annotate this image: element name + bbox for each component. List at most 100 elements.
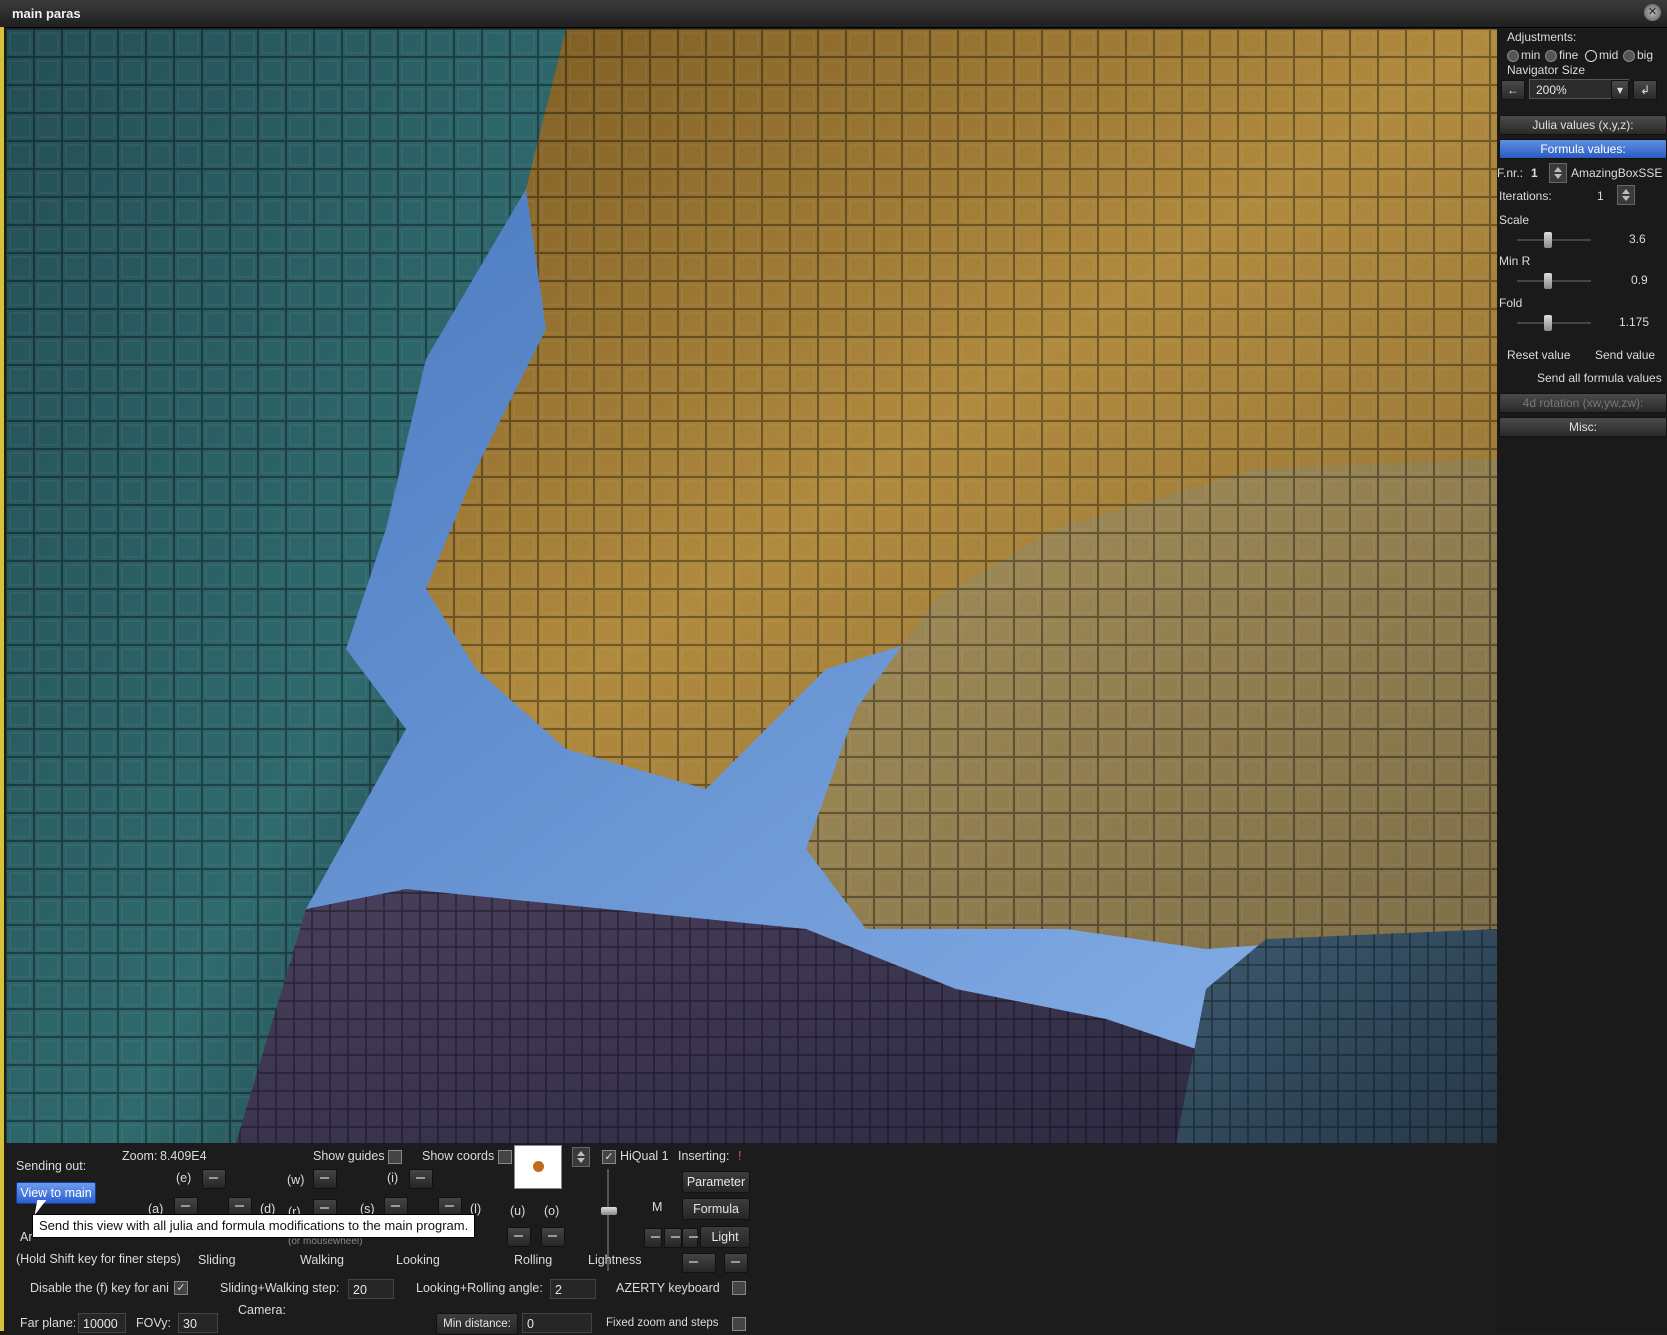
preset-3-button[interactable] xyxy=(682,1228,698,1248)
inserting-mark: ! xyxy=(738,1149,742,1163)
camera-label: Camera: xyxy=(238,1303,286,1317)
angle-label: Looking+Rolling angle: xyxy=(416,1281,543,1295)
sliding-label: Sliding xyxy=(198,1253,236,1267)
fov-input[interactable]: 30 xyxy=(178,1313,218,1333)
sending-out-label: Sending out: xyxy=(16,1159,87,1173)
key-w-label: (w) xyxy=(287,1173,305,1187)
hiqual-checkbox[interactable]: ✓ xyxy=(602,1150,616,1164)
step-input[interactable]: 20 xyxy=(348,1279,394,1299)
angle-input[interactable]: 2 xyxy=(550,1279,596,1299)
far-plane-input[interactable]: 10000 xyxy=(78,1313,126,1333)
step-label: Sliding+Walking step: xyxy=(220,1281,340,1295)
walk-forward-button[interactable] xyxy=(313,1169,337,1189)
julia-values-button[interactable]: Julia values (x,y,z): xyxy=(1499,115,1667,135)
key-o-label: (o) xyxy=(544,1204,560,1218)
lightness-slider[interactable] xyxy=(601,1207,617,1215)
show-coords-label: Show coords xyxy=(422,1149,495,1163)
chevron-down-icon[interactable]: ▾ xyxy=(1611,80,1629,100)
iterations-label: Iterations: xyxy=(1499,189,1552,203)
close-icon[interactable]: ✕ xyxy=(1644,4,1661,21)
scale-slider-track xyxy=(1517,239,1591,241)
scale-label: Scale xyxy=(1499,213,1530,227)
reset-value-button[interactable]: Reset value xyxy=(1507,348,1570,362)
show-coords-checkbox[interactable] xyxy=(498,1150,512,1164)
adjust-mid-radio[interactable] xyxy=(1585,50,1597,62)
adjust-min-radio[interactable] xyxy=(1507,50,1519,62)
key-e-label: (e) xyxy=(176,1171,192,1185)
adjust-min-label: min xyxy=(1521,48,1541,62)
window-edge xyxy=(0,27,4,1331)
lightness-plus-button[interactable] xyxy=(724,1253,748,1273)
hold-shift-hint: (Hold Shift key for finer steps) xyxy=(16,1252,181,1266)
disable-f-label: Disable the (f) key for ani xyxy=(30,1281,169,1295)
ar-label-fragment: Ar xyxy=(20,1230,33,1244)
send-all-formula-values-button[interactable]: Send all formula values xyxy=(1537,371,1662,385)
fnr-stepper[interactable] xyxy=(1549,163,1567,183)
adjustments-label: Adjustments: xyxy=(1507,30,1577,44)
up-arrow-button[interactable] xyxy=(202,1169,226,1189)
fold-label: Fold xyxy=(1499,296,1523,310)
azerty-checkbox[interactable] xyxy=(732,1281,746,1295)
zoom-label: Zoom: xyxy=(122,1149,158,1163)
fold-slider-track xyxy=(1517,322,1591,324)
fnr-value: 1 xyxy=(1531,166,1538,180)
min-distance-button[interactable]: Min distance: xyxy=(436,1313,518,1335)
iterations-value: 1 xyxy=(1597,189,1604,203)
inserting-label: Inserting: xyxy=(678,1149,730,1163)
formula-button[interactable]: Formula xyxy=(682,1198,750,1220)
view-to-main-tooltip: Send this view with all julia and formul… xyxy=(32,1214,476,1238)
key-i-label: (i) xyxy=(387,1171,399,1185)
title-bar: main paras ✕ xyxy=(0,0,1667,28)
look-up-button[interactable] xyxy=(409,1169,433,1189)
disable-f-checkbox[interactable]: ✓ xyxy=(174,1281,188,1295)
adjust-big-label: big xyxy=(1637,48,1654,62)
preset-1-button[interactable] xyxy=(644,1228,662,1248)
adjust-fine-radio[interactable] xyxy=(1545,50,1557,62)
fixed-zoom-checkbox[interactable] xyxy=(732,1317,746,1331)
show-guides-checkbox[interactable] xyxy=(388,1150,402,1164)
iterations-stepper[interactable] xyxy=(1617,185,1635,205)
lightness-minus-button[interactable] xyxy=(682,1253,716,1273)
view-to-main-button[interactable]: View to main xyxy=(16,1182,96,1204)
min-distance-input[interactable]: 0 xyxy=(522,1313,592,1333)
fixed-zoom-label: Fixed zoom and steps xyxy=(606,1317,719,1329)
scale-value: 3.6 xyxy=(1629,232,1646,246)
window-title: main paras xyxy=(12,6,81,21)
minr-value: 0.9 xyxy=(1631,273,1648,287)
roll-left-button[interactable] xyxy=(507,1227,531,1247)
minr-slider-track xyxy=(1517,280,1591,282)
walking-label: Walking xyxy=(300,1253,344,1267)
minr-slider[interactable] xyxy=(1544,273,1552,289)
lightness-label: Lightness xyxy=(588,1253,642,1267)
looking-label: Looking xyxy=(396,1253,440,1267)
scale-slider[interactable] xyxy=(1544,232,1552,248)
fnr-label: F.nr.: xyxy=(1497,166,1524,180)
zoom-value: 8.409E4 xyxy=(160,1149,207,1163)
preset-2-button[interactable] xyxy=(664,1228,682,1248)
formula-values-button[interactable]: Formula values: xyxy=(1499,139,1667,159)
preview-stepper[interactable] xyxy=(572,1147,590,1167)
send-value-button[interactable]: Send value xyxy=(1595,348,1655,362)
fractal-viewport[interactable] xyxy=(6,29,1497,1143)
light-preview-swatch[interactable] xyxy=(514,1145,562,1189)
navigator-arrow-button[interactable]: ← xyxy=(1501,80,1525,100)
fractal-render xyxy=(6,29,1497,1143)
roll-right-button[interactable] xyxy=(541,1227,565,1247)
navigator-reset-button[interactable]: ↲ xyxy=(1633,80,1657,100)
hiqual-label: HiQual 1 xyxy=(620,1149,669,1163)
light-button[interactable]: Light xyxy=(700,1226,750,1248)
parameters-panel: Adjustments: min fine mid big Navigator … xyxy=(1497,29,1667,1331)
fold-value: 1.175 xyxy=(1619,315,1650,329)
adjust-fine-label: fine xyxy=(1559,48,1579,62)
parameter-button[interactable]: Parameter xyxy=(682,1171,750,1193)
rolling-label: Rolling xyxy=(514,1253,553,1267)
adjust-mid-label: mid xyxy=(1599,48,1619,62)
minr-label: Min R xyxy=(1499,254,1531,268)
adjust-big-radio[interactable] xyxy=(1623,50,1635,62)
show-guides-label: Show guides xyxy=(313,1149,385,1163)
rotation-4d-button[interactable]: 4d rotation (xw,yw,zw): xyxy=(1499,393,1667,413)
fov-label: FOVy: xyxy=(136,1316,171,1330)
azerty-label: AZERTY keyboard xyxy=(616,1281,720,1295)
misc-button[interactable]: Misc: xyxy=(1499,417,1667,437)
fold-slider[interactable] xyxy=(1544,315,1552,331)
